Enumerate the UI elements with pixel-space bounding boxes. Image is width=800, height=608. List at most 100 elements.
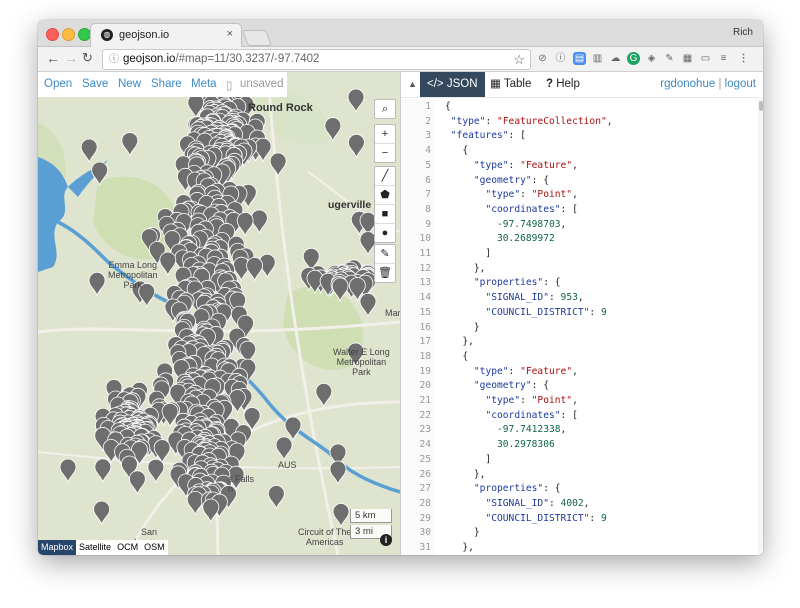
new-button[interactable]: New [118, 78, 141, 90]
reload-icon[interactable]: ↻ [82, 50, 93, 66]
map-marker-icon[interactable] [347, 88, 365, 114]
code-line[interactable]: 8 "coordinates": [ [401, 202, 578, 217]
forward-icon[interactable]: → [64, 50, 78, 66]
logout-link[interactable]: logout [725, 78, 756, 90]
extension-bag-icon[interactable]: ▥ [591, 52, 604, 65]
menu-kebab-icon[interactable]: ⋮ [737, 52, 750, 65]
meta-button[interactable]: Meta [191, 78, 217, 90]
map-marker-icon[interactable] [329, 460, 347, 486]
map-marker-icon[interactable] [159, 251, 177, 277]
draw-line-icon[interactable]: ╱ [375, 167, 395, 185]
map-marker-icon[interactable] [284, 416, 302, 442]
edit-layers-icon[interactable]: ✎ [375, 245, 395, 263]
code-line[interactable]: 27 "properties": { [401, 481, 560, 496]
map-marker-icon[interactable] [315, 383, 333, 408]
map-marker-icon[interactable] [275, 436, 293, 462]
map-marker-icon[interactable] [121, 132, 139, 157]
editor-scroll-thumb[interactable] [759, 101, 763, 111]
code-line[interactable]: 15 "COUNCIL_DISTRICT": 9 [401, 305, 606, 320]
code-line[interactable]: 2 "type": "FeatureCollection", [401, 114, 612, 129]
layer-osm[interactable]: OSM [141, 540, 168, 555]
map-marker-icon[interactable] [250, 209, 268, 235]
back-icon[interactable]: ← [46, 50, 60, 66]
code-line[interactable]: 16 } [401, 320, 479, 335]
extension-stack-icon[interactable]: ≡ [717, 52, 730, 65]
map-marker-icon[interactable] [359, 293, 377, 318]
code-line[interactable]: 31 }, [401, 540, 473, 555]
map-marker-icon[interactable] [332, 503, 350, 528]
open-button[interactable]: Open [44, 78, 72, 90]
map-view[interactable]: Round Rock ugerville Emma Long Metropoli… [38, 72, 400, 555]
json-editor[interactable]: 1{2 "type": "FeatureCollection", 3 "featu… [401, 99, 756, 555]
code-line[interactable]: 6 "geometry": { [401, 173, 549, 188]
extension-block-icon[interactable]: ⊘ [536, 52, 549, 65]
map-marker-icon[interactable] [246, 257, 263, 282]
map-marker-icon[interactable] [93, 500, 111, 526]
search-control[interactable]: ⌕ [374, 99, 396, 119]
draw-rectangle-icon[interactable]: ■ [375, 204, 395, 223]
extension-cloud-icon[interactable]: ☁ [609, 52, 622, 65]
minimize-window-button[interactable] [62, 28, 75, 41]
cast-icon[interactable]: ▭ [699, 52, 712, 65]
code-line[interactable]: 26 }, [401, 467, 485, 482]
map-canvas[interactable] [38, 72, 400, 555]
username-link[interactable]: rgdonohue [660, 78, 715, 90]
code-line[interactable]: 12 }, [401, 261, 485, 276]
draw-polygon-icon[interactable]: ⬟ [375, 185, 395, 204]
map-marker-icon[interactable] [236, 212, 254, 237]
map-marker-icon[interactable] [147, 458, 165, 484]
code-line[interactable]: 3 "features": [ [401, 128, 526, 143]
code-line[interactable]: 9 -97.7498703, [401, 217, 566, 232]
map-marker-icon[interactable] [269, 152, 287, 178]
browser-tab[interactable]: ◍ geojson.io × [90, 23, 242, 47]
draw-marker-icon[interactable]: ● [375, 223, 395, 242]
map-marker-icon[interactable] [88, 272, 106, 297]
code-line[interactable]: 1{ [401, 99, 451, 114]
save-button[interactable]: Save [82, 78, 108, 90]
delete-layers-icon[interactable]: 🗑 [375, 263, 395, 282]
map-marker-icon[interactable] [94, 458, 112, 484]
map-marker-icon[interactable] [267, 485, 285, 510]
tab-help[interactable]: ? Help [539, 72, 587, 97]
code-line[interactable]: 11 ] [401, 246, 491, 261]
code-line[interactable]: 7 "type": "Point", [401, 187, 578, 202]
code-line[interactable]: 20 "geometry": { [401, 378, 549, 393]
editor-scrollbar[interactable] [758, 97, 763, 555]
code-line[interactable]: 5 "type": "Feature", [401, 158, 578, 173]
profile-name[interactable]: Rich [733, 27, 753, 38]
map-marker-icon[interactable] [59, 458, 77, 484]
layer-ocm[interactable]: OCM [114, 540, 141, 555]
page-info-icon[interactable]: ⓘ [109, 50, 119, 69]
search-icon[interactable]: ⌕ [375, 100, 395, 118]
code-line[interactable]: 24 30.2978306 [401, 437, 554, 452]
extension-doc-icon[interactable]: ▤ [573, 52, 586, 65]
extension-info-icon[interactable]: ⓘ [554, 52, 567, 65]
code-line[interactable]: 10 30.2689972 [401, 231, 554, 246]
close-window-button[interactable] [46, 28, 59, 41]
code-line[interactable]: 22 "coordinates": [ [401, 408, 577, 423]
code-line[interactable]: 28 "SIGNAL_ID": 4002, [401, 496, 589, 511]
code-line[interactable]: 29 "COUNCIL_DISTRICT": 9 [401, 511, 606, 526]
tab-json[interactable]: </> JSON [420, 72, 485, 97]
extension-layers-icon[interactable]: ◈ [645, 52, 658, 65]
code-line[interactable]: 14 "SIGNAL_ID": 953, [401, 290, 583, 305]
layer-mapbox[interactable]: Mapbox [38, 540, 77, 555]
code-line[interactable]: 4 { [401, 143, 468, 158]
extension-grid-icon[interactable]: ▦ [681, 52, 694, 65]
close-tab-icon[interactable]: × [227, 28, 233, 40]
code-line[interactable]: 19 "type": "Feature", [401, 364, 577, 379]
map-marker-icon[interactable] [186, 491, 204, 516]
tab-table[interactable]: ▦ Table [483, 72, 538, 97]
share-button[interactable]: Share [151, 78, 182, 90]
extension-pen-icon[interactable]: ✎ [663, 52, 676, 65]
code-line[interactable]: 21 "type": "Point", [401, 393, 577, 408]
map-marker-icon[interactable] [80, 138, 98, 164]
bookmark-star-icon[interactable]: ☆ [513, 50, 525, 69]
code-line[interactable]: 13 "properties": { [401, 275, 560, 290]
code-line[interactable]: 25 ] [401, 452, 491, 467]
map-marker-icon[interactable] [128, 470, 146, 496]
zoom-in-button[interactable]: + [375, 125, 395, 143]
layer-satellite[interactable]: Satellite [76, 540, 114, 555]
new-tab-button[interactable] [242, 30, 272, 46]
code-line[interactable]: 17 }, [401, 334, 473, 349]
